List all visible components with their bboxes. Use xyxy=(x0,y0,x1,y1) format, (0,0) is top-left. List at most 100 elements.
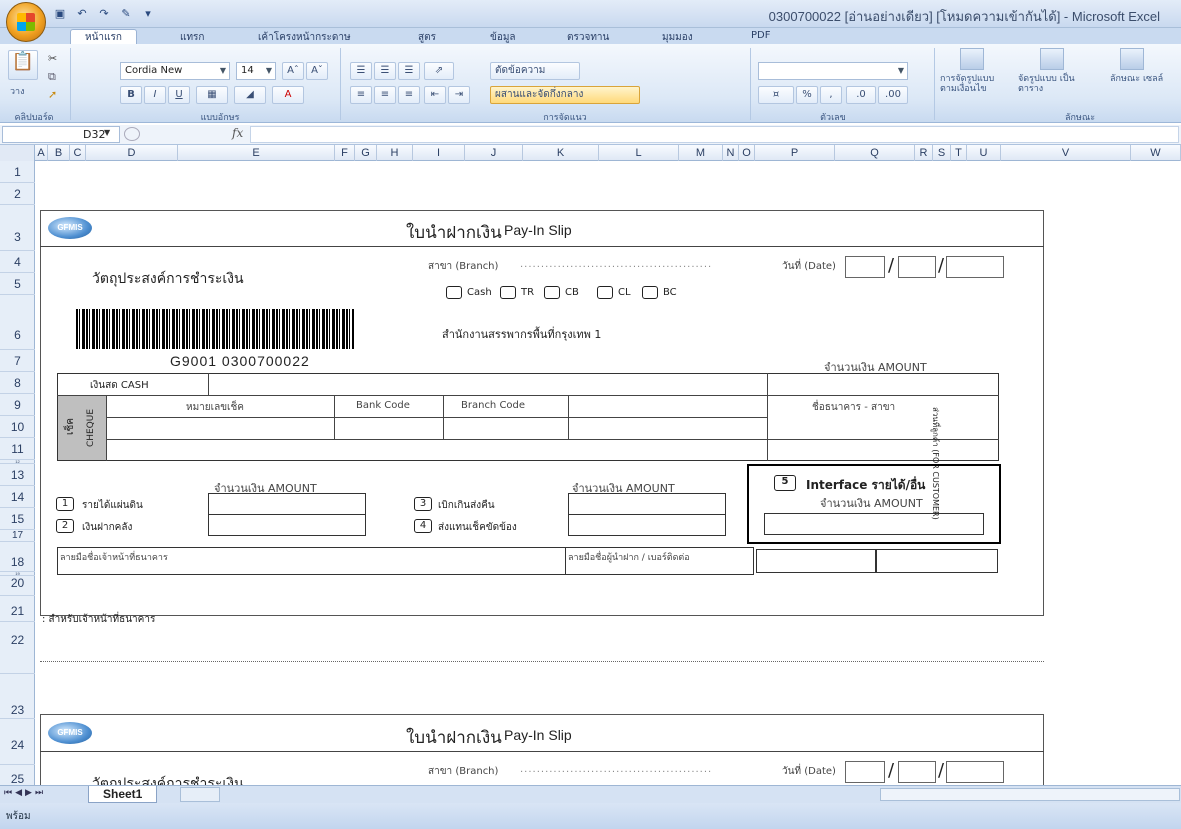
item5-amount-field[interactable] xyxy=(764,513,984,535)
bc-checkbox[interactable] xyxy=(642,286,658,299)
format-painter-icon[interactable]: ➚ xyxy=(48,88,57,101)
column-header[interactable]: U xyxy=(967,145,1001,161)
tr-checkbox[interactable] xyxy=(500,286,516,299)
column-header[interactable]: W xyxy=(1131,145,1181,161)
row-header[interactable]: 7 xyxy=(0,350,35,372)
copy-icon[interactable]: ⧉ xyxy=(48,70,56,84)
cl-checkbox[interactable] xyxy=(597,286,613,299)
save-icon[interactable]: ▣ xyxy=(52,6,68,22)
print-preview-icon[interactable]: ✎ xyxy=(118,6,134,22)
align-bottom-button[interactable]: ☰ xyxy=(398,62,420,80)
undo-icon[interactable]: ↶ xyxy=(74,6,90,22)
item4-amount-field[interactable] xyxy=(568,514,726,536)
column-header[interactable]: C xyxy=(70,145,86,161)
formula-input[interactable] xyxy=(250,126,1179,143)
row-header[interactable]: 22 xyxy=(0,622,35,674)
fill-color-button[interactable]: ◢ xyxy=(234,86,266,104)
merge-center-button[interactable]: ผสานและจัดกึ่งกลาง xyxy=(490,86,640,104)
row-header[interactable]: 9 xyxy=(0,394,35,416)
conditional-formatting-label[interactable]: การจัดรูปแบบ ตามเงื่อนไข xyxy=(940,74,1010,94)
bold-button[interactable]: B xyxy=(120,86,142,104)
tab-review[interactable]: ตรวจทาน xyxy=(567,30,609,45)
redo-icon[interactable]: ↷ xyxy=(96,6,112,22)
date-year-field-2[interactable] xyxy=(946,761,1004,783)
format-as-table-icon[interactable] xyxy=(1040,48,1064,70)
row-header[interactable]: 8 xyxy=(0,372,35,394)
item2-amount-field[interactable] xyxy=(208,514,366,536)
date-day-field[interactable] xyxy=(845,256,885,278)
row-header[interactable]: 11 xyxy=(0,438,35,460)
row-header[interactable]: 6 xyxy=(0,295,35,350)
grow-font-button[interactable]: Aˆ xyxy=(282,62,304,80)
column-header[interactable]: S xyxy=(933,145,951,161)
column-header[interactable]: O xyxy=(739,145,755,161)
row-header[interactable]: 14 xyxy=(0,486,35,508)
column-header[interactable]: M xyxy=(679,145,723,161)
increase-decimal-button[interactable]: .0 xyxy=(846,86,876,104)
column-header[interactable]: N xyxy=(723,145,739,161)
insert-function-icon[interactable]: fx xyxy=(232,126,243,140)
column-header[interactable]: E xyxy=(178,145,335,161)
row-header[interactable]: 21 xyxy=(0,596,35,622)
row-header[interactable]: 15 xyxy=(0,508,35,530)
select-all-corner[interactable] xyxy=(0,145,35,161)
cash-checkbox[interactable] xyxy=(446,286,462,299)
orientation-button[interactable]: ⇗ xyxy=(424,62,454,80)
increase-indent-button[interactable]: ⇥ xyxy=(448,86,470,104)
column-header[interactable]: P xyxy=(755,145,835,161)
row-header[interactable]: 4 xyxy=(0,251,35,273)
sheet-nav-arrows-icon[interactable]: ⏮◀▶⏭ xyxy=(4,788,46,798)
format-as-table-label[interactable]: จัดรูปแบบ เป็นตาราง xyxy=(1018,74,1088,94)
conditional-formatting-icon[interactable] xyxy=(960,48,984,70)
italic-button[interactable]: I xyxy=(144,86,166,104)
underline-button[interactable]: U xyxy=(168,86,190,104)
name-box[interactable]: D32 xyxy=(2,126,120,143)
worksheet-grid[interactable]: GFMIS ใบนำฝากเงิน Pay-In Slip วัตถุประสง… xyxy=(36,161,1181,785)
cell-styles-label[interactable]: ลักษณะ เซลล์ xyxy=(1110,74,1178,84)
borders-button[interactable]: ▦ xyxy=(196,86,228,104)
wrap-text-button[interactable]: ตัดข้อความ xyxy=(490,62,580,80)
font-name-combo[interactable]: Cordia New ▼ xyxy=(120,62,230,80)
row-header[interactable]: 10 xyxy=(0,416,35,438)
column-header[interactable]: A xyxy=(35,145,48,161)
align-middle-button[interactable]: ☰ xyxy=(374,62,396,80)
cb-checkbox[interactable] xyxy=(544,286,560,299)
column-header[interactable]: B xyxy=(48,145,70,161)
item1-amount-field[interactable] xyxy=(208,493,366,515)
depositor-name-field[interactable] xyxy=(756,549,876,573)
column-header[interactable]: H xyxy=(377,145,413,161)
align-right-button[interactable]: ≡ xyxy=(398,86,420,104)
column-header[interactable]: J xyxy=(465,145,523,161)
column-header[interactable]: Q xyxy=(835,145,915,161)
align-top-button[interactable]: ☰ xyxy=(350,62,372,80)
tab-formulas[interactable]: สูตร xyxy=(418,30,436,45)
row-header[interactable]: 17 xyxy=(0,530,35,542)
depositor-phone-field[interactable] xyxy=(876,549,998,573)
cut-icon[interactable]: ✂ xyxy=(48,52,57,65)
number-format-combo[interactable]: ▼ xyxy=(758,62,908,80)
column-header[interactable]: L xyxy=(599,145,679,161)
date-day-field-2[interactable] xyxy=(845,761,885,783)
decrease-decimal-button[interactable]: .00 xyxy=(878,86,908,104)
date-year-field[interactable] xyxy=(946,256,1004,278)
row-header[interactable]: 18 xyxy=(0,542,35,572)
column-header[interactable]: T xyxy=(951,145,967,161)
paste-icon[interactable]: 📋 xyxy=(8,50,38,80)
customize-qat-icon[interactable]: ▾ xyxy=(140,6,156,22)
column-header[interactable]: K xyxy=(523,145,599,161)
row-header[interactable]: 2 xyxy=(0,183,35,205)
column-header[interactable]: I xyxy=(413,145,465,161)
office-button[interactable] xyxy=(6,2,46,42)
tab-insert[interactable]: แทรก xyxy=(180,30,204,45)
cancel-entry-icon[interactable] xyxy=(124,127,140,141)
row-header[interactable]: 13 xyxy=(0,464,35,486)
horizontal-scrollbar[interactable] xyxy=(880,788,1180,801)
row-header[interactable]: 1 xyxy=(0,161,35,183)
column-header[interactable]: D xyxy=(86,145,178,161)
comma-button[interactable]: , xyxy=(820,86,842,104)
column-header[interactable]: R xyxy=(915,145,933,161)
tab-view[interactable]: มุมมอง xyxy=(662,30,693,45)
row-header[interactable]: 5 xyxy=(0,273,35,295)
cell-styles-icon[interactable] xyxy=(1120,48,1144,70)
column-header[interactable]: G xyxy=(355,145,377,161)
